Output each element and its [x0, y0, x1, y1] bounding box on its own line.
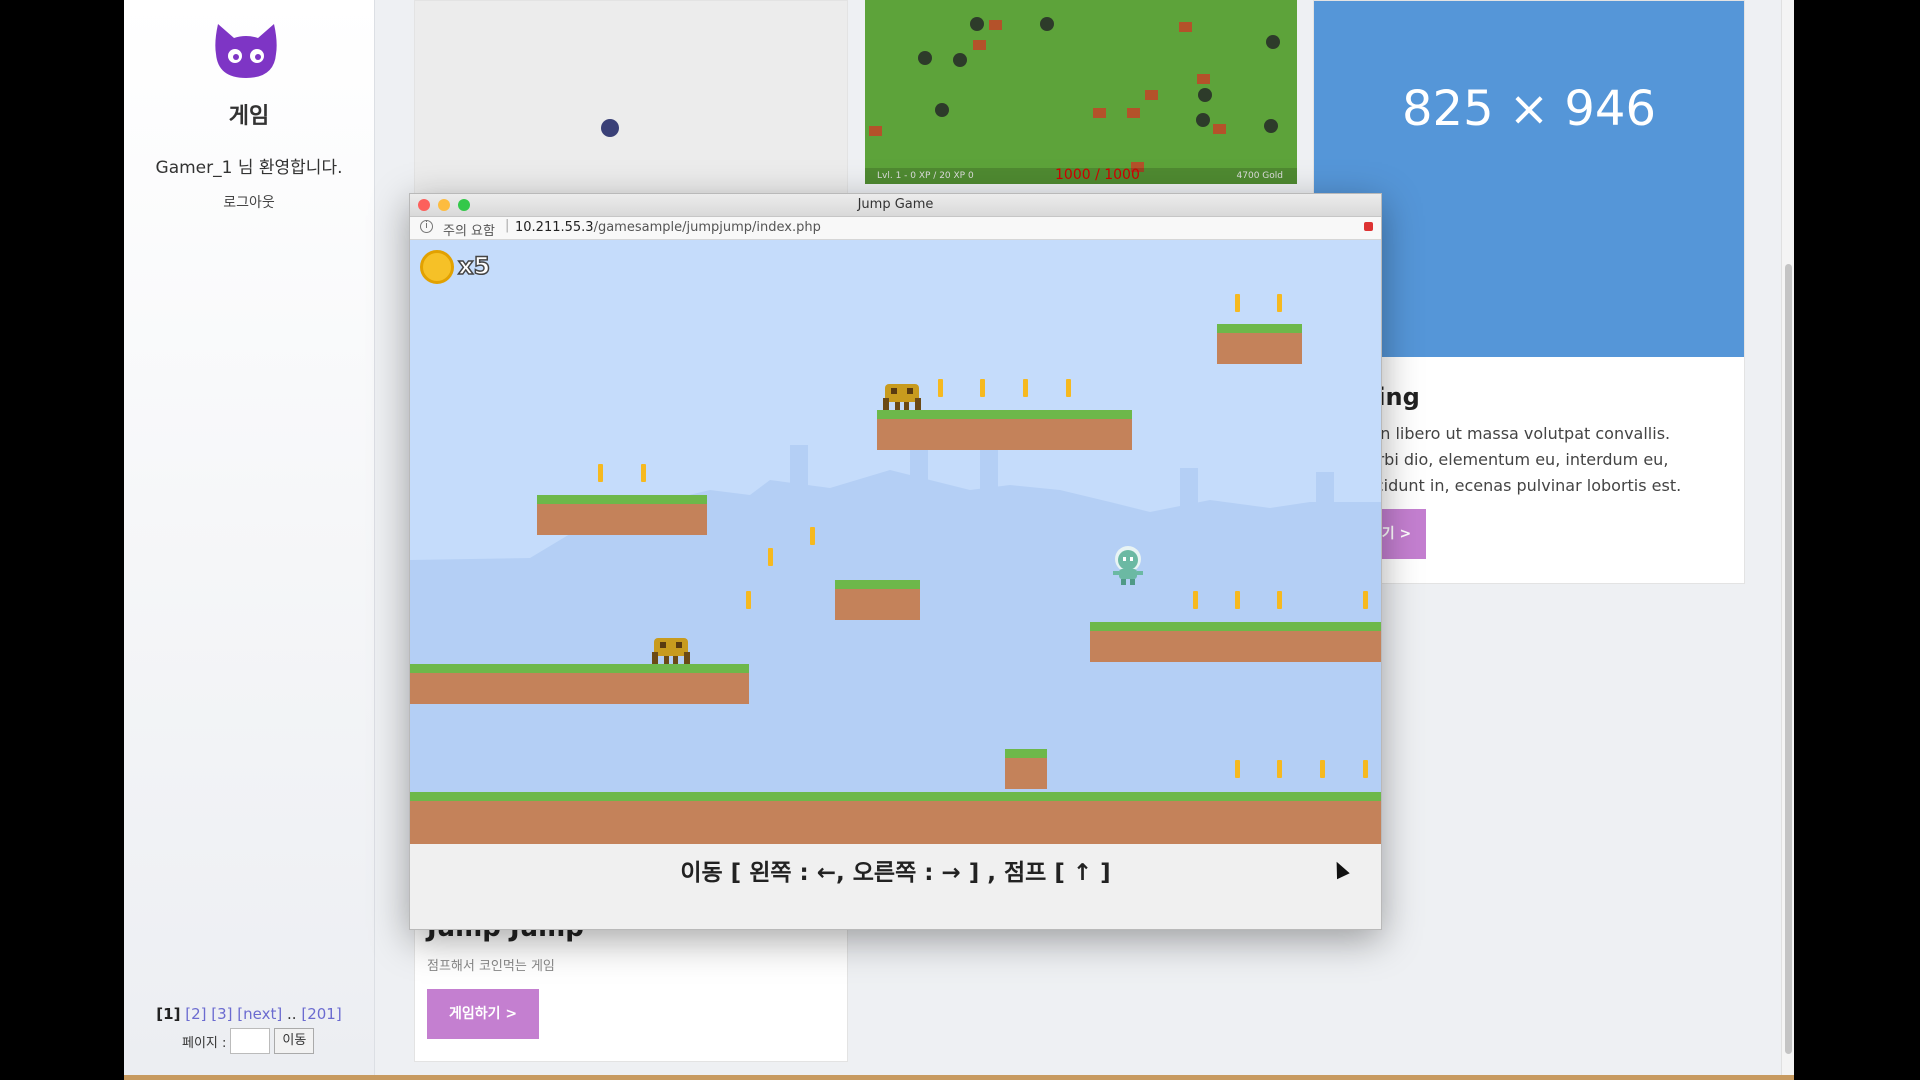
coin	[641, 464, 646, 482]
platform	[410, 664, 749, 704]
enemy-sprite	[652, 638, 690, 664]
coin	[1277, 760, 1282, 778]
ground	[410, 792, 1381, 844]
coin-count: x5	[457, 251, 491, 281]
logout-link[interactable]: 로그아웃	[124, 192, 374, 212]
page-link-2[interactable]: [2]	[185, 1005, 206, 1023]
rpg-hud: Lvl. 1 - 0 XP / 20 XP 0 1000 / 1000 4700…	[865, 167, 1297, 184]
page-jump: 페이지 : 이동	[182, 1028, 315, 1054]
rpg-game-thumbnail: Lvl. 1 - 0 XP / 20 XP 0 1000 / 1000 4700…	[865, 0, 1297, 184]
window-title: Jump Game	[857, 197, 934, 212]
site-title: 게임	[228, 104, 270, 129]
coin	[1066, 379, 1071, 397]
coin	[598, 464, 603, 482]
url-path: /gamesample/jumpjump/index.php	[593, 220, 821, 235]
coin	[1235, 760, 1240, 778]
coin	[768, 548, 773, 566]
circle-decoration	[601, 119, 619, 137]
platform	[835, 580, 920, 620]
popup-blocked-icon[interactable]	[1364, 222, 1373, 231]
scrollbar-thumb[interactable]	[1785, 264, 1792, 1054]
card-description: 점프해서 코인먹는 게임	[427, 959, 555, 974]
sidebar: 게임 Gamer_1 님 환영합니다. 로그아웃 [1] [2] [3] [ne…	[124, 0, 375, 1075]
coin	[1320, 760, 1325, 778]
page-label: 페이지 :	[182, 1035, 227, 1051]
cat-logo-icon	[215, 24, 277, 78]
coin	[746, 591, 751, 609]
page-next-link[interactable]: [next]	[237, 1005, 282, 1023]
platform	[1005, 749, 1047, 789]
coin	[938, 379, 943, 397]
page-number-input[interactable]	[230, 1028, 271, 1054]
info-icon[interactable]: i	[420, 220, 433, 233]
page-last-link[interactable]: [201]	[301, 1005, 341, 1023]
enemy-sprite	[883, 384, 921, 410]
coin	[810, 527, 815, 545]
desktop-edge	[124, 1075, 1794, 1080]
game-canvas[interactable]: x5	[410, 240, 1381, 844]
address-separator: |	[505, 218, 510, 233]
address-bar[interactable]: i 주의 요함 | 10.211.55.3/gamesample/jumpjum…	[410, 217, 1381, 240]
coin	[1277, 591, 1282, 609]
popup-window: Jump Game i 주의 요함 | 10.211.55.3/gamesamp…	[409, 193, 1382, 930]
url-text: 10.211.55.3/gamesample/jumpjump/index.ph…	[515, 220, 821, 235]
platform	[537, 495, 707, 535]
platform	[877, 410, 1132, 450]
welcome-text: Gamer_1 님 환영합니다.	[155, 158, 343, 178]
platform	[1090, 622, 1381, 662]
coin	[1363, 591, 1368, 609]
url-host: 10.211.55.3	[515, 220, 594, 235]
platform	[1217, 324, 1302, 364]
card-description: ur in libero ut massa volutpat convallis…	[1354, 424, 1682, 495]
page-scrollbar[interactable]	[1781, 0, 1794, 1075]
page-link-3[interactable]: [3]	[211, 1005, 232, 1023]
page-go-button[interactable]: 이동	[274, 1028, 315, 1054]
security-warning: 주의 요함	[443, 224, 495, 239]
page-ellipsis: ..	[287, 1005, 297, 1023]
player-character	[1113, 546, 1143, 585]
rpg-hp-text: 1000 / 1000	[1055, 167, 1140, 183]
pagination: [1] [2] [3] [next] .. [201]	[124, 1005, 374, 1023]
rpg-map-image	[869, 17, 1280, 172]
coin	[980, 379, 985, 397]
play-game-button[interactable]: 게임하기 >	[427, 989, 539, 1039]
coin	[1193, 591, 1198, 609]
window-titlebar[interactable]: Jump Game	[410, 194, 1381, 217]
coin-counter-icon	[420, 250, 454, 284]
coin	[1023, 379, 1028, 397]
coin	[1235, 294, 1240, 312]
rpg-gold-text: 4700 Gold	[1236, 171, 1283, 181]
page-current: [1]	[156, 1005, 181, 1023]
coin	[1363, 760, 1368, 778]
rpg-xp-text: Lvl. 1 - 0 XP / 20 XP 0	[877, 171, 974, 181]
coin	[1277, 294, 1282, 312]
controls-instructions: 이동 [ 왼쪽 : ←, 오른쪽 : → ] , 점프 [ ↑ ]	[680, 860, 1111, 886]
coin	[1235, 591, 1240, 609]
